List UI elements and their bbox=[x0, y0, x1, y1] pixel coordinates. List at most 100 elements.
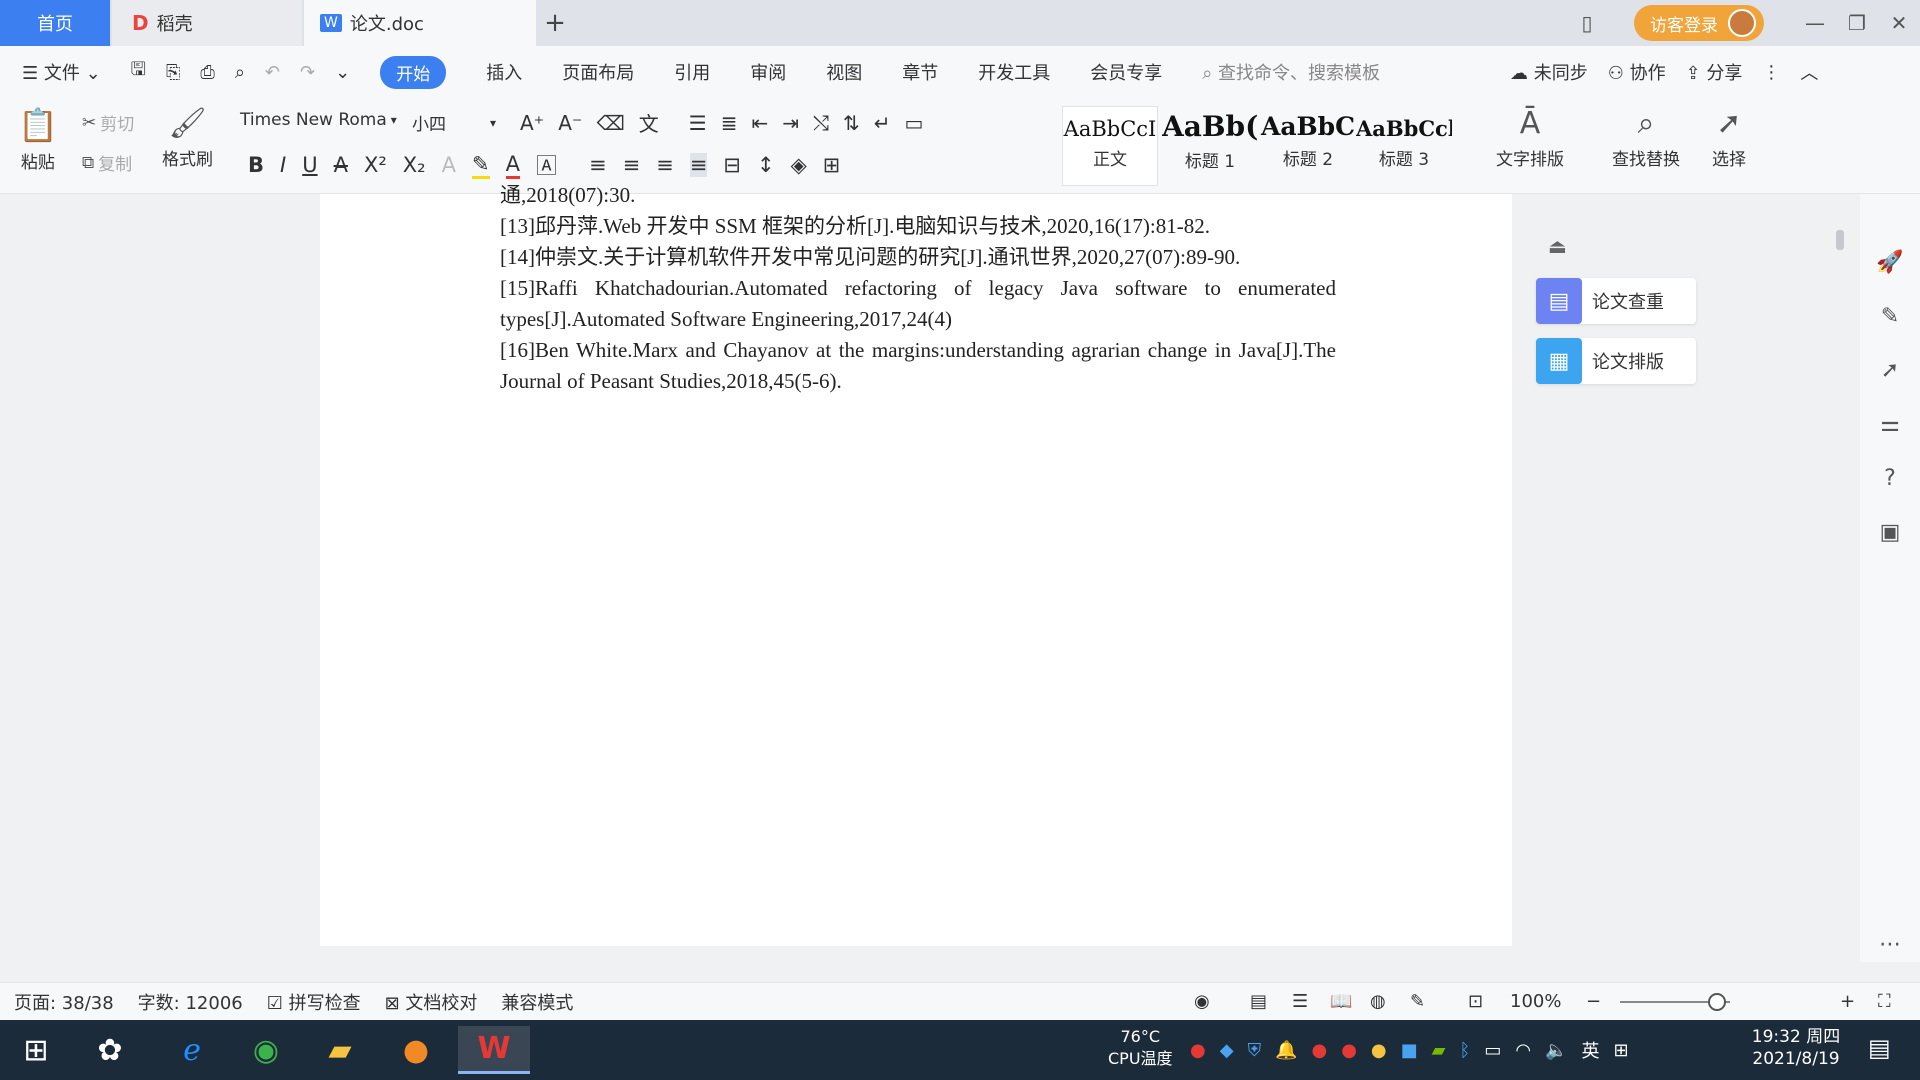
app-mascot-icon[interactable]: ● bbox=[386, 1026, 446, 1074]
align-left-icon[interactable]: ≡ bbox=[589, 153, 607, 177]
word-count[interactable]: 字数: 12006 bbox=[138, 989, 243, 1015]
tab-home[interactable]: 首页 bbox=[0, 0, 110, 46]
font-name-select[interactable]: Times New Roma ▾ bbox=[240, 110, 408, 130]
sync-button[interactable]: ☁ 未同步 bbox=[1500, 59, 1598, 85]
borders-icon[interactable]: ⊞ bbox=[823, 153, 841, 177]
close-button[interactable]: ✕ bbox=[1878, 11, 1920, 35]
bold-button[interactable]: B bbox=[248, 153, 264, 177]
shield-icon[interactable]: ⛨ bbox=[1248, 1040, 1262, 1061]
keyboard-icon[interactable]: ⊞ bbox=[1613, 1040, 1628, 1061]
text-layout-button[interactable]: Ā 文字排版 bbox=[1496, 106, 1564, 170]
collab-button[interactable]: ⚇ 协作 bbox=[1598, 59, 1676, 85]
help-icon[interactable]: ? bbox=[1876, 466, 1904, 494]
login-button[interactable]: 访客登录 bbox=[1634, 5, 1764, 41]
tab-member[interactable]: 会员专享 bbox=[1070, 59, 1182, 85]
find-replace-button[interactable]: ⌕ 查找替换 bbox=[1612, 106, 1680, 170]
tray-app-icon[interactable]: ● bbox=[1341, 1040, 1357, 1061]
outline-view-icon[interactable]: ☰ bbox=[1292, 991, 1308, 1012]
eye-protect-icon[interactable]: ◉ bbox=[1194, 991, 1210, 1012]
customize-icon[interactable]: ⌄ bbox=[325, 62, 360, 83]
fullscreen-icon[interactable]: ⛶ bbox=[1878, 991, 1891, 1012]
paper-check-button[interactable]: ▤ 论文查重 bbox=[1536, 278, 1696, 324]
zoom-slider-handle[interactable] bbox=[1708, 993, 1726, 1011]
distributed-icon[interactable]: ⊟ bbox=[723, 153, 741, 177]
vertical-scrollbar[interactable] bbox=[1832, 200, 1848, 960]
tab-review[interactable]: 审阅 bbox=[730, 59, 806, 85]
clear-format-icon[interactable]: ⌫ bbox=[597, 111, 625, 135]
tray-app-icon[interactable]: ● bbox=[1190, 1040, 1206, 1061]
underline-button[interactable]: U bbox=[302, 153, 317, 177]
grow-font-icon[interactable]: A⁺ bbox=[520, 111, 544, 135]
text-effect-icon[interactable]: A bbox=[442, 153, 456, 177]
tab-daoke[interactable]: D 稻壳 bbox=[112, 0, 302, 46]
style-heading-3[interactable]: AaBbCcl 标题 3 bbox=[1356, 106, 1452, 186]
page-view-icon[interactable]: ▤ bbox=[1250, 991, 1267, 1012]
superscript-button[interactable]: X² bbox=[364, 153, 387, 177]
zoom-in-icon[interactable]: + bbox=[1840, 991, 1855, 1012]
style-heading-1[interactable]: AaBb( 标题 1 bbox=[1162, 106, 1258, 186]
style-heading-2[interactable]: AaBbC 标题 2 bbox=[1260, 106, 1356, 186]
zoom-level[interactable]: 100% bbox=[1510, 991, 1561, 1012]
notification-icon[interactable]: ▤ bbox=[1868, 1034, 1891, 1062]
subscript-button[interactable]: X₂ bbox=[403, 153, 426, 177]
rocket-icon[interactable]: 🚀 bbox=[1876, 250, 1904, 278]
document-body[interactable]: 通,2018(07):30. [13]邱丹萍.Web 开发中 SSM 框架的分析… bbox=[500, 180, 1336, 397]
battery-icon[interactable]: ▭ bbox=[1484, 1040, 1501, 1061]
highlight-icon[interactable]: ✎ bbox=[471, 152, 490, 179]
save-icon[interactable]: 🖫 bbox=[121, 57, 156, 87]
sliders-icon[interactable]: ⚌ bbox=[1876, 412, 1904, 440]
undo-icon[interactable]: ↶ bbox=[255, 62, 290, 83]
show-marks-icon[interactable]: ↵ bbox=[874, 111, 891, 135]
360-browser-icon[interactable]: ◉ bbox=[236, 1026, 296, 1074]
more-dots-icon[interactable]: ⋯ bbox=[1876, 932, 1904, 960]
tray-app-icon[interactable]: ● bbox=[1371, 1040, 1387, 1061]
select-button[interactable]: ➚ 选择 bbox=[1712, 106, 1746, 170]
tab-insert[interactable]: 插入 bbox=[466, 59, 542, 85]
ie-browser-icon[interactable]: ℯ bbox=[162, 1026, 222, 1074]
nvidia-icon[interactable]: ▰ bbox=[1432, 1040, 1446, 1061]
restore-button[interactable]: ❐ bbox=[1836, 11, 1878, 35]
file-explorer-icon[interactable]: ▰ bbox=[310, 1026, 370, 1074]
clock[interactable]: 19:32 周四 2021/8/19 bbox=[1748, 1026, 1844, 1070]
bullet-list-icon[interactable]: ☰ bbox=[689, 111, 707, 135]
align-center-icon[interactable]: ≡ bbox=[623, 153, 641, 177]
file-menu[interactable]: ☰ 文件 ⌄ bbox=[0, 59, 121, 85]
new-tab-button[interactable]: + bbox=[540, 0, 570, 46]
copy-button[interactable]: ⧉ 复制 bbox=[82, 150, 132, 176]
paper-layout-button[interactable]: ▦ 论文排版 bbox=[1536, 338, 1696, 384]
tab-document[interactable]: W 论文.doc bbox=[304, 0, 536, 46]
proofread-button[interactable]: ⊠ 文档校对 bbox=[385, 989, 478, 1015]
tray-app-icon[interactable]: ■ bbox=[1401, 1040, 1418, 1061]
style-normal[interactable]: AaBbCcI 正文 bbox=[1062, 106, 1158, 186]
shrink-font-icon[interactable]: A⁻ bbox=[558, 111, 582, 135]
font-color-icon[interactable]: A bbox=[505, 152, 520, 179]
fit-page-icon[interactable]: ⊡ bbox=[1468, 991, 1483, 1012]
scroll-thumb[interactable] bbox=[1836, 230, 1844, 250]
export-icon[interactable]: ⎘ bbox=[156, 62, 190, 83]
image-icon[interactable]: ▣ bbox=[1876, 520, 1904, 548]
tab-developer[interactable]: 开发工具 bbox=[958, 59, 1070, 85]
phonetic-icon[interactable]: 文 bbox=[639, 108, 659, 137]
spell-check-button[interactable]: ☑ 拼写检查 bbox=[267, 989, 361, 1015]
more-icon[interactable]: ⋮ bbox=[1752, 62, 1790, 83]
tab-view[interactable]: 视图 bbox=[806, 59, 882, 85]
shading-icon[interactable]: ◈ bbox=[791, 153, 807, 177]
share-button[interactable]: ⇪ 分享 bbox=[1676, 59, 1753, 85]
text-direction-icon[interactable]: ⤭ bbox=[813, 111, 829, 135]
numbered-list-icon[interactable]: ≣ bbox=[721, 111, 738, 135]
font-size-select[interactable]: 小四 ▾ bbox=[412, 110, 508, 135]
redo-icon[interactable]: ↷ bbox=[290, 62, 325, 83]
layout-toggle-icon[interactable]: ▯ bbox=[1566, 11, 1608, 35]
page-count[interactable]: 页面: 38/38 bbox=[14, 989, 114, 1015]
tab-page-layout[interactable]: 页面布局 bbox=[542, 59, 654, 85]
tab-references[interactable]: 引用 bbox=[654, 59, 730, 85]
reading-view-icon[interactable]: 📖 bbox=[1330, 991, 1352, 1012]
pointer-icon[interactable]: ➚ bbox=[1876, 358, 1904, 386]
paste-button[interactable]: 📋 粘贴 bbox=[18, 106, 58, 173]
tray-app-icon[interactable]: ● bbox=[1311, 1040, 1327, 1061]
wifi-icon[interactable]: ◠ bbox=[1515, 1040, 1531, 1061]
align-right-icon[interactable]: ≡ bbox=[656, 153, 674, 177]
sort-icon[interactable]: ⇅ bbox=[843, 111, 860, 135]
bell-icon[interactable]: 🔔 bbox=[1275, 1040, 1297, 1061]
format-painter-button[interactable]: 🖌 格式刷 bbox=[162, 106, 213, 170]
